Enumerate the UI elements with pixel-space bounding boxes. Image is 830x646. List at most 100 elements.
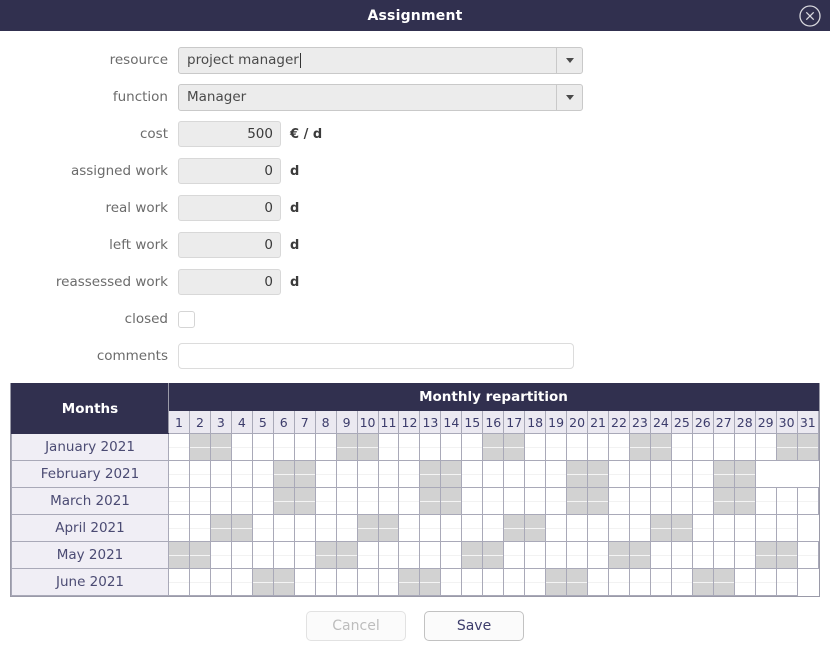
day-cell[interactable] — [629, 569, 650, 596]
day-cell[interactable] — [483, 434, 504, 461]
chevron-down-icon[interactable] — [556, 85, 582, 110]
day-cell[interactable] — [420, 515, 441, 542]
day-cell[interactable] — [546, 461, 567, 488]
day-cell[interactable] — [231, 461, 252, 488]
day-cell[interactable] — [588, 569, 609, 596]
day-cell[interactable] — [588, 515, 609, 542]
real-work-input[interactable]: 0 — [178, 195, 281, 221]
day-cell[interactable] — [609, 515, 630, 542]
day-cell[interactable] — [231, 515, 252, 542]
day-cell[interactable] — [462, 461, 483, 488]
day-cell[interactable] — [252, 569, 273, 596]
day-cell[interactable] — [567, 569, 588, 596]
day-cell[interactable] — [734, 542, 755, 569]
day-cell[interactable] — [755, 434, 776, 461]
cancel-button[interactable]: Cancel — [306, 611, 406, 641]
day-cell[interactable] — [504, 434, 525, 461]
closed-checkbox[interactable] — [178, 311, 195, 328]
day-cell[interactable] — [399, 542, 420, 569]
day-cell[interactable] — [776, 542, 797, 569]
day-cell[interactable] — [483, 515, 504, 542]
day-cell[interactable] — [588, 434, 609, 461]
day-cell[interactable] — [650, 461, 671, 488]
day-cell[interactable] — [273, 542, 294, 569]
day-cell[interactable] — [567, 461, 588, 488]
comments-input[interactable] — [178, 343, 574, 369]
day-cell[interactable] — [357, 434, 378, 461]
day-cell[interactable] — [692, 434, 713, 461]
day-cell[interactable] — [315, 542, 336, 569]
day-cell[interactable] — [357, 515, 378, 542]
close-circle-icon[interactable] — [798, 4, 822, 28]
day-cell[interactable] — [252, 434, 273, 461]
day-cell[interactable] — [546, 515, 567, 542]
day-cell[interactable] — [420, 542, 441, 569]
day-cell[interactable] — [755, 542, 776, 569]
day-cell[interactable] — [629, 542, 650, 569]
day-cell[interactable] — [483, 461, 504, 488]
day-cell[interactable] — [294, 542, 315, 569]
day-cell[interactable] — [336, 488, 357, 515]
day-cell[interactable] — [567, 434, 588, 461]
day-cell[interactable] — [483, 569, 504, 596]
day-cell[interactable] — [462, 542, 483, 569]
day-cell[interactable] — [441, 515, 462, 542]
day-cell[interactable] — [588, 461, 609, 488]
day-cell[interactable] — [294, 569, 315, 596]
day-cell[interactable] — [504, 488, 525, 515]
day-cell[interactable] — [231, 488, 252, 515]
day-cell[interactable] — [483, 542, 504, 569]
day-cell[interactable] — [169, 569, 190, 596]
day-cell[interactable] — [671, 488, 692, 515]
day-cell[interactable] — [420, 434, 441, 461]
day-cell[interactable] — [399, 434, 420, 461]
day-cell[interactable] — [357, 569, 378, 596]
day-cell[interactable] — [567, 488, 588, 515]
day-cell[interactable] — [273, 569, 294, 596]
day-cell[interactable] — [273, 434, 294, 461]
day-cell[interactable] — [609, 488, 630, 515]
save-button[interactable]: Save — [424, 611, 524, 641]
day-cell[interactable] — [567, 542, 588, 569]
day-cell[interactable] — [210, 461, 231, 488]
day-cell[interactable] — [483, 488, 504, 515]
day-cell[interactable] — [336, 434, 357, 461]
day-cell[interactable] — [629, 488, 650, 515]
day-cell[interactable] — [713, 515, 734, 542]
day-cell[interactable] — [525, 542, 546, 569]
day-cell[interactable] — [755, 488, 776, 515]
day-cell[interactable] — [189, 569, 210, 596]
day-cell[interactable] — [252, 515, 273, 542]
day-cell[interactable] — [189, 434, 210, 461]
day-cell[interactable] — [378, 434, 399, 461]
day-cell[interactable] — [336, 569, 357, 596]
day-cell[interactable] — [210, 434, 231, 461]
day-cell[interactable] — [169, 461, 190, 488]
day-cell[interactable] — [378, 569, 399, 596]
day-cell[interactable] — [797, 488, 818, 515]
day-cell[interactable] — [797, 434, 818, 461]
day-cell[interactable] — [378, 461, 399, 488]
day-cell[interactable] — [315, 434, 336, 461]
day-cell[interactable] — [525, 434, 546, 461]
day-cell[interactable] — [525, 461, 546, 488]
day-cell[interactable] — [692, 542, 713, 569]
day-cell[interactable] — [231, 542, 252, 569]
left-work-input[interactable]: 0 — [178, 232, 281, 258]
day-cell[interactable] — [546, 488, 567, 515]
day-cell[interactable] — [252, 542, 273, 569]
day-cell[interactable] — [692, 488, 713, 515]
day-cell[interactable] — [336, 461, 357, 488]
day-cell[interactable] — [755, 515, 776, 542]
day-cell[interactable] — [713, 542, 734, 569]
day-cell[interactable] — [462, 434, 483, 461]
day-cell[interactable] — [294, 515, 315, 542]
day-cell[interactable] — [797, 542, 818, 569]
day-cell[interactable] — [357, 488, 378, 515]
day-cell[interactable] — [357, 542, 378, 569]
day-cell[interactable] — [588, 488, 609, 515]
day-cell[interactable] — [504, 569, 525, 596]
day-cell[interactable] — [567, 515, 588, 542]
day-cell[interactable] — [169, 542, 190, 569]
day-cell[interactable] — [650, 569, 671, 596]
